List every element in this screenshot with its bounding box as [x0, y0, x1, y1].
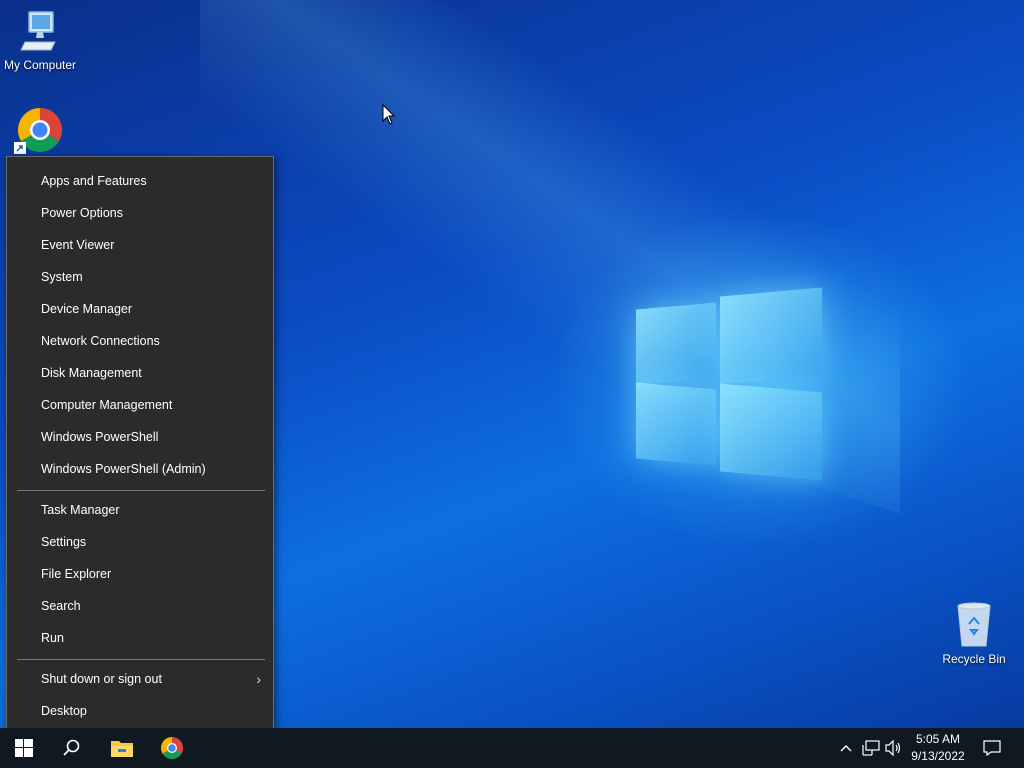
menu-item-network-connections[interactable]: Network Connections	[7, 326, 273, 356]
menu-item-windows-powershell[interactable]: Windows PowerShell	[7, 422, 273, 452]
chrome-desktop-shortcut[interactable]	[0, 106, 80, 154]
menu-item-settings[interactable]: Settings	[7, 527, 273, 557]
menu-item-system[interactable]: System	[7, 262, 273, 292]
menu-item-windows-powershell-admin[interactable]: Windows PowerShell (Admin)	[7, 454, 273, 484]
menu-item-run[interactable]: Run	[7, 623, 273, 653]
menu-item-desktop[interactable]: Desktop	[7, 696, 273, 726]
taskbar-file-explorer[interactable]	[98, 728, 146, 768]
action-center-icon	[983, 740, 1001, 756]
recycle-bin-icon	[934, 600, 1014, 648]
taskbar: 5:05 AM 9/13/2022	[0, 728, 1024, 768]
volume-icon	[885, 740, 901, 756]
recycle-bin-desktop-icon[interactable]: Recycle Bin	[934, 600, 1014, 666]
menu-item-computer-management[interactable]: Computer Management	[7, 390, 273, 420]
show-hidden-icons-button[interactable]	[836, 728, 856, 768]
clock-time: 5:05 AM	[915, 732, 961, 746]
menu-item-device-manager[interactable]: Device Manager	[7, 294, 273, 324]
my-computer-desktop-icon[interactable]: My Computer	[0, 8, 80, 72]
action-center-button[interactable]	[978, 728, 1006, 768]
chevron-up-icon	[840, 745, 852, 752]
menu-separator	[17, 490, 265, 491]
menu-item-search[interactable]: Search	[7, 591, 273, 621]
chrome-shortcut-icon	[0, 106, 80, 154]
menu-item-event-viewer[interactable]: Event Viewer	[7, 230, 273, 260]
windows-start-icon	[15, 739, 33, 757]
network-icon	[862, 740, 880, 756]
mouse-cursor-icon	[382, 104, 396, 125]
search-button[interactable]	[48, 728, 96, 768]
menu-separator	[17, 659, 265, 660]
network-tray-button[interactable]	[860, 728, 882, 768]
menu-item-apps-and-features[interactable]: Apps and Features	[7, 166, 273, 196]
menu-item-task-manager[interactable]: Task Manager	[7, 495, 273, 525]
power-user-menu: Apps and Features Power Options Event Vi…	[6, 156, 274, 734]
chrome-icon	[161, 737, 183, 759]
taskbar-clock[interactable]: 5:05 AM 9/13/2022	[904, 731, 972, 765]
file-explorer-icon	[111, 741, 133, 757]
menu-item-file-explorer[interactable]: File Explorer	[7, 559, 273, 589]
search-icon	[63, 739, 80, 756]
menu-item-shut-down-or-sign-out[interactable]: Shut down or sign out ›	[7, 664, 273, 694]
recycle-bin-label: Recycle Bin	[942, 652, 1006, 666]
windows-logo-wallpaper	[636, 287, 822, 481]
menu-item-power-options[interactable]: Power Options	[7, 198, 273, 228]
chevron-right-icon: ›	[256, 671, 261, 687]
my-computer-label: My Computer	[3, 58, 77, 72]
shortcut-arrow-icon	[14, 142, 26, 154]
taskbar-chrome[interactable]	[148, 728, 196, 768]
menu-item-label: Shut down or sign out	[41, 672, 162, 686]
computer-icon	[0, 8, 80, 54]
menu-item-disk-management[interactable]: Disk Management	[7, 358, 273, 388]
volume-tray-button[interactable]	[884, 728, 904, 768]
start-button[interactable]	[0, 728, 48, 768]
clock-date: 9/13/2022	[911, 749, 965, 763]
